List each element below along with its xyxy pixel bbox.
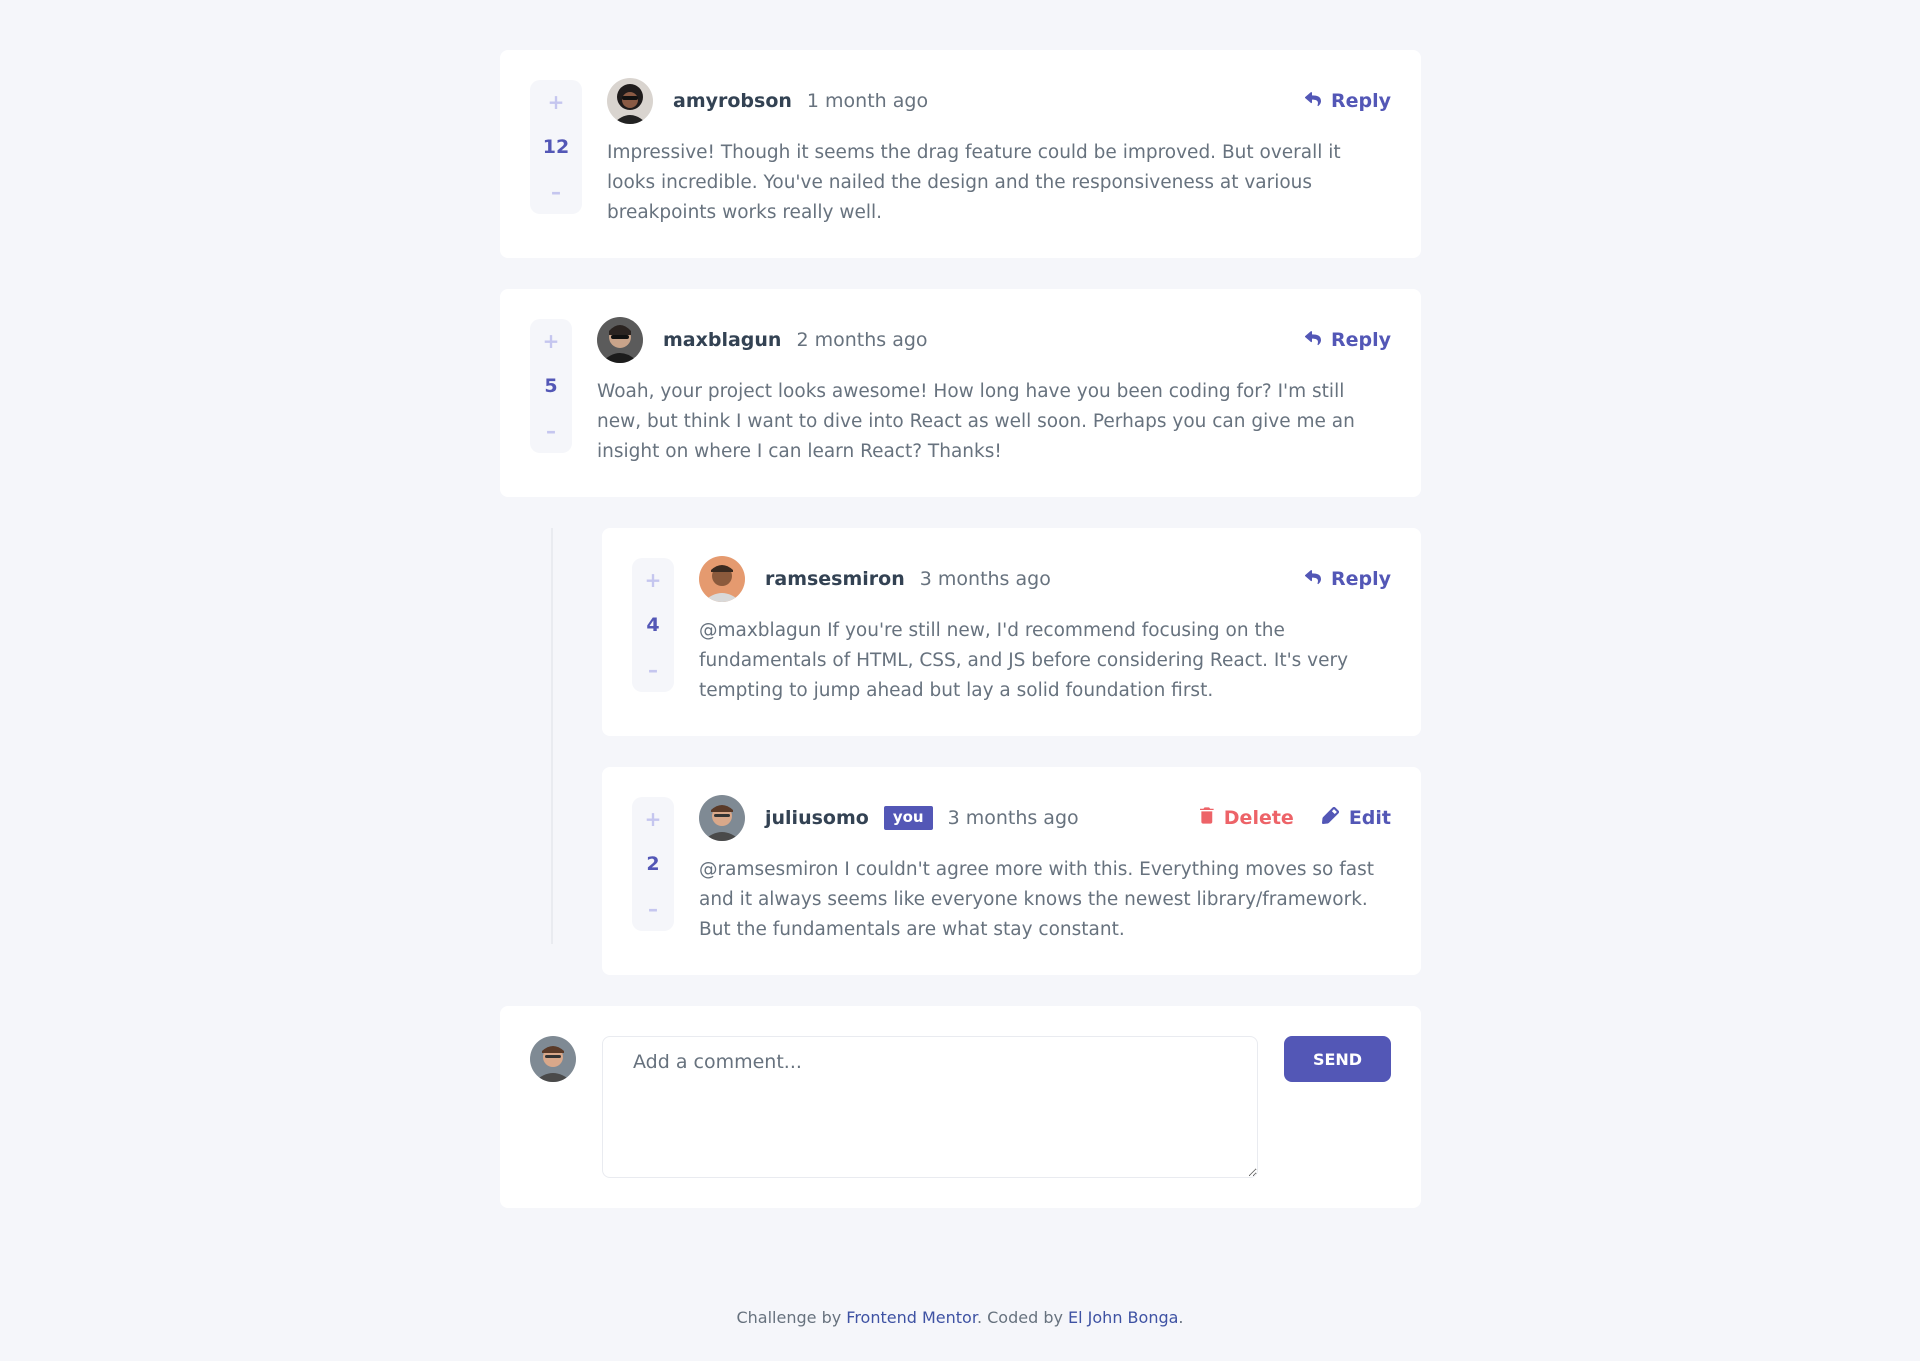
comment-header: maxblagun 2 months ago Reply xyxy=(597,317,1391,363)
upvote-button[interactable]: + xyxy=(543,329,560,353)
downvote-button[interactable]: – xyxy=(546,419,556,443)
edit-button[interactable]: Edit xyxy=(1321,807,1391,829)
vote-count: 4 xyxy=(646,614,660,636)
timestamp: 1 month ago xyxy=(806,90,929,112)
author-link[interactable]: El John Bonga xyxy=(1068,1308,1178,1327)
comment-header: amyrobson 1 month ago Reply xyxy=(607,78,1391,124)
delete-icon xyxy=(1199,807,1214,829)
comment-body: amyrobson 1 month ago Reply Impressive! … xyxy=(607,78,1391,228)
upvote-button[interactable]: + xyxy=(645,568,662,592)
reply-label: Reply xyxy=(1330,568,1391,590)
vote-count: 12 xyxy=(542,136,570,158)
avatar-current-user xyxy=(530,1036,576,1082)
comment-card: + 12 – amyrobson 1 month ago Reply Impre… xyxy=(500,50,1421,258)
delete-label: Delete xyxy=(1223,807,1294,829)
upvote-button[interactable]: + xyxy=(645,807,662,831)
downvote-button[interactable]: – xyxy=(648,897,658,921)
comment-text: @maxblagun If you're still new, I'd reco… xyxy=(699,620,1349,701)
comment-card: + 5 – maxblagun 2 months ago Reply Woah,… xyxy=(500,289,1421,497)
avatar-ramsesmiron xyxy=(699,556,745,602)
footer-middle: . Coded by xyxy=(976,1308,1069,1327)
you-badge: you xyxy=(883,806,933,830)
reply-label: Reply xyxy=(1330,329,1391,351)
username[interactable]: ramsesmiron xyxy=(765,568,905,590)
frontend-mentor-link[interactable]: Frontend Mentor xyxy=(846,1308,977,1327)
vote-count: 5 xyxy=(544,375,558,397)
comment-actions: Reply xyxy=(1304,90,1391,112)
username[interactable]: amyrobson xyxy=(673,90,792,112)
vote-widget: + 5 – xyxy=(530,319,572,453)
delete-button[interactable]: Delete xyxy=(1199,807,1294,829)
footer-prefix: Challenge by xyxy=(736,1308,847,1327)
comment-body: maxblagun 2 months ago Reply Woah, your … xyxy=(597,317,1391,467)
comment-text: Woah, your project looks awesome! How lo… xyxy=(597,381,1355,462)
comment-body: juliusomo you 3 months ago Delete Edit @… xyxy=(699,795,1391,945)
comment-actions: Reply xyxy=(1304,329,1391,351)
upvote-button[interactable]: + xyxy=(548,90,565,114)
vote-widget: + 12 – xyxy=(530,80,582,214)
reply-card-own: + 2 – juliusomo you 3 months ago Delete … xyxy=(602,767,1421,975)
reply-card: + 4 – ramsesmiron 3 months ago Reply @ma… xyxy=(602,528,1421,736)
comments-section: + 12 – amyrobson 1 month ago Reply Impre… xyxy=(500,50,1421,1208)
vote-widget: + 2 – xyxy=(632,797,674,931)
timestamp: 3 months ago xyxy=(947,807,1079,829)
reply-icon xyxy=(1304,90,1321,112)
username[interactable]: maxblagun xyxy=(663,329,781,351)
footer-attribution: Challenge by Frontend Mentor. Coded by E… xyxy=(0,1308,1920,1327)
avatar-maxblagun xyxy=(597,317,643,363)
reply-label: Reply xyxy=(1330,90,1391,112)
reply-icon xyxy=(1304,568,1321,590)
comment-body: ramsesmiron 3 months ago Reply @maxblagu… xyxy=(699,556,1391,706)
timestamp: 3 months ago xyxy=(919,568,1051,590)
comment-actions: Reply xyxy=(1304,568,1391,590)
downvote-button[interactable]: – xyxy=(648,658,658,682)
avatar-amyrobson xyxy=(607,78,653,124)
reply-button[interactable]: Reply xyxy=(1304,90,1391,112)
comment-input[interactable] xyxy=(602,1036,1258,1178)
username[interactable]: juliusomo xyxy=(765,807,869,829)
footer-suffix: . xyxy=(1178,1308,1184,1327)
reply-button[interactable]: Reply xyxy=(1304,329,1391,351)
send-button[interactable]: SEND xyxy=(1284,1036,1391,1082)
vote-widget: + 4 – xyxy=(632,558,674,692)
timestamp: 2 months ago xyxy=(796,329,928,351)
comment-header: juliusomo you 3 months ago Delete Edit xyxy=(699,795,1391,841)
reply-icon xyxy=(1304,329,1321,351)
replies-thread: + 4 – ramsesmiron 3 months ago Reply @ma… xyxy=(551,528,1421,975)
comment-text: @ramsesmiron I couldn't agree more with … xyxy=(699,859,1374,940)
edit-label: Edit xyxy=(1348,807,1391,829)
reply-button[interactable]: Reply xyxy=(1304,568,1391,590)
vote-count: 2 xyxy=(646,853,660,875)
comment-actions: Delete Edit xyxy=(1199,807,1391,829)
comment-composer: SEND xyxy=(500,1006,1421,1208)
edit-icon xyxy=(1321,807,1339,829)
downvote-button[interactable]: – xyxy=(551,180,561,204)
comment-text: Impressive! Though it seems the drag fea… xyxy=(607,142,1341,223)
avatar-juliusomo xyxy=(699,795,745,841)
comment-header: ramsesmiron 3 months ago Reply xyxy=(699,556,1391,602)
